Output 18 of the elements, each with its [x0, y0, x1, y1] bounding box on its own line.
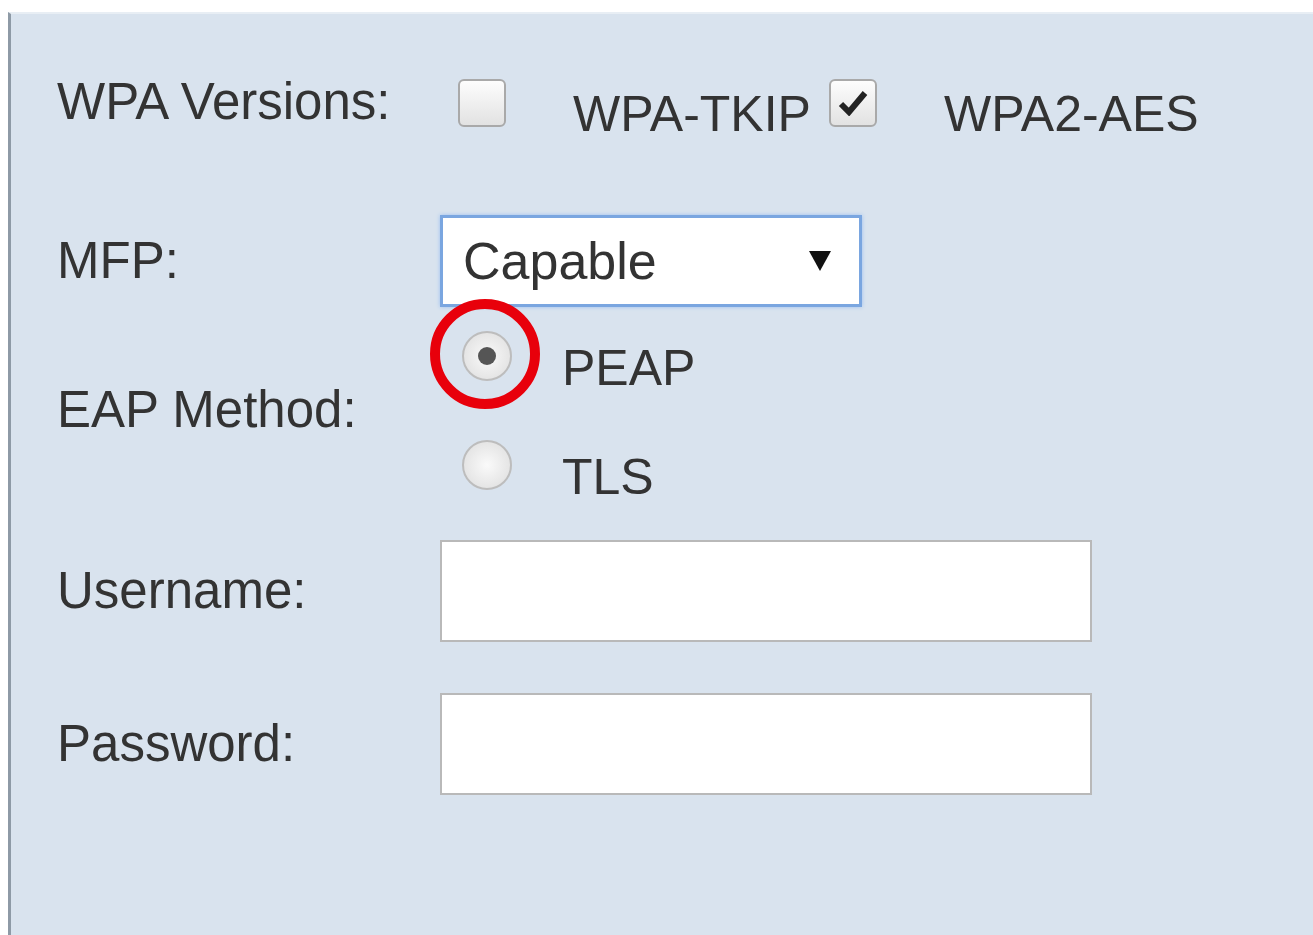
radio-label: TLS: [562, 451, 654, 502]
checkbox-label: WPA2-AES: [943, 85, 1199, 144]
field-label: Username:: [57, 560, 308, 621]
checkbox-label: WPA-TKIP: [573, 85, 811, 144]
radio-label: PEAP: [562, 342, 696, 393]
field-label: EAP Method:: [57, 379, 358, 440]
username-field[interactable]: [440, 540, 1092, 642]
field-label: WPA Versions:: [57, 72, 392, 133]
field-label: Password:: [57, 713, 297, 774]
checkbox[interactable]: [828, 78, 877, 127]
field-label: MFP:: [57, 230, 180, 291]
check-icon: [837, 89, 868, 116]
dropdown[interactable]: Capable: [440, 215, 862, 307]
caret-icon: [809, 251, 831, 271]
radio-button[interactable]: [462, 330, 512, 381]
radio-button[interactable]: [462, 439, 512, 490]
password-field[interactable]: [440, 693, 1092, 795]
checkbox[interactable]: [458, 78, 506, 127]
